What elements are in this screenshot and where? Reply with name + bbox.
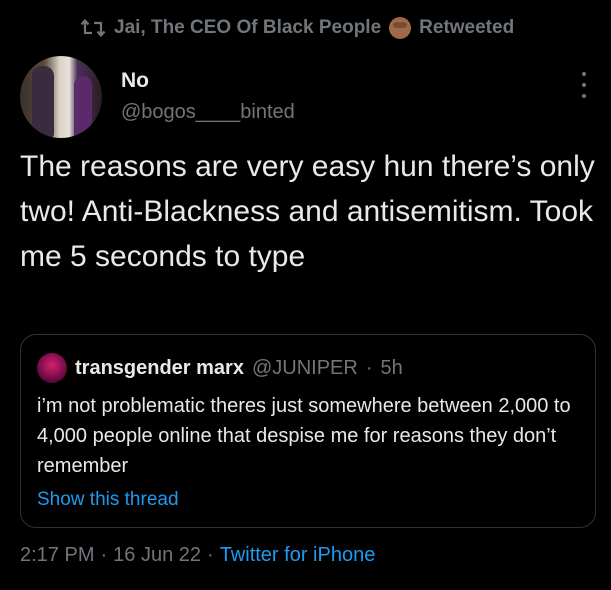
avatar-figure	[32, 66, 54, 138]
tweet-date[interactable]: 16 Jun 22	[113, 538, 201, 572]
author-display-name[interactable]: No	[121, 66, 295, 96]
retweet-icon	[80, 17, 106, 39]
more-dot	[582, 83, 586, 87]
quote-display-name: transgender marx	[75, 356, 244, 379]
quote-handle: @JUNIPER	[251, 356, 358, 379]
quote-header: transgender marx @JUNIPER · 5h	[37, 353, 403, 383]
more-dot	[582, 72, 586, 76]
avatar-figure	[74, 76, 92, 138]
retweeted-label: Retweeted	[419, 17, 515, 38]
quote-time: 5h	[380, 356, 403, 379]
tweet-text: The reasons are very easy hun there’s on…	[20, 150, 595, 273]
tweet-metadata: 2:17 PM · 16 Jun 22 · Twitter for iPhone	[20, 538, 375, 572]
quote-avatar	[37, 353, 67, 383]
avatar[interactable]	[20, 56, 102, 138]
quote-text: i’m not problematic theres just somewher…	[37, 395, 571, 477]
show-thread-link[interactable]: Show this thread	[37, 485, 179, 515]
tweet-time[interactable]: 2:17 PM	[20, 538, 94, 572]
meta-separator: ·	[100, 544, 108, 566]
quote-tweet-card[interactable]: transgender marx @JUNIPER · 5h i’m not p…	[20, 334, 596, 528]
more-dot	[582, 94, 586, 98]
quote-separator: ·	[365, 356, 373, 379]
author-handle[interactable]: @bogos____binted	[121, 96, 295, 128]
retweet-context[interactable]: Jai, The CEO Of Black People Retweeted	[80, 14, 514, 42]
raised-fist-icon	[389, 17, 412, 39]
meta-separator: ·	[207, 544, 214, 566]
tweet-source-link[interactable]: Twitter for iPhone	[220, 538, 376, 572]
more-options-icon[interactable]	[578, 72, 590, 98]
author-info: No @bogos____binted	[121, 66, 295, 128]
retweeter-name[interactable]: Jai, The CEO Of Black People	[114, 17, 381, 39]
